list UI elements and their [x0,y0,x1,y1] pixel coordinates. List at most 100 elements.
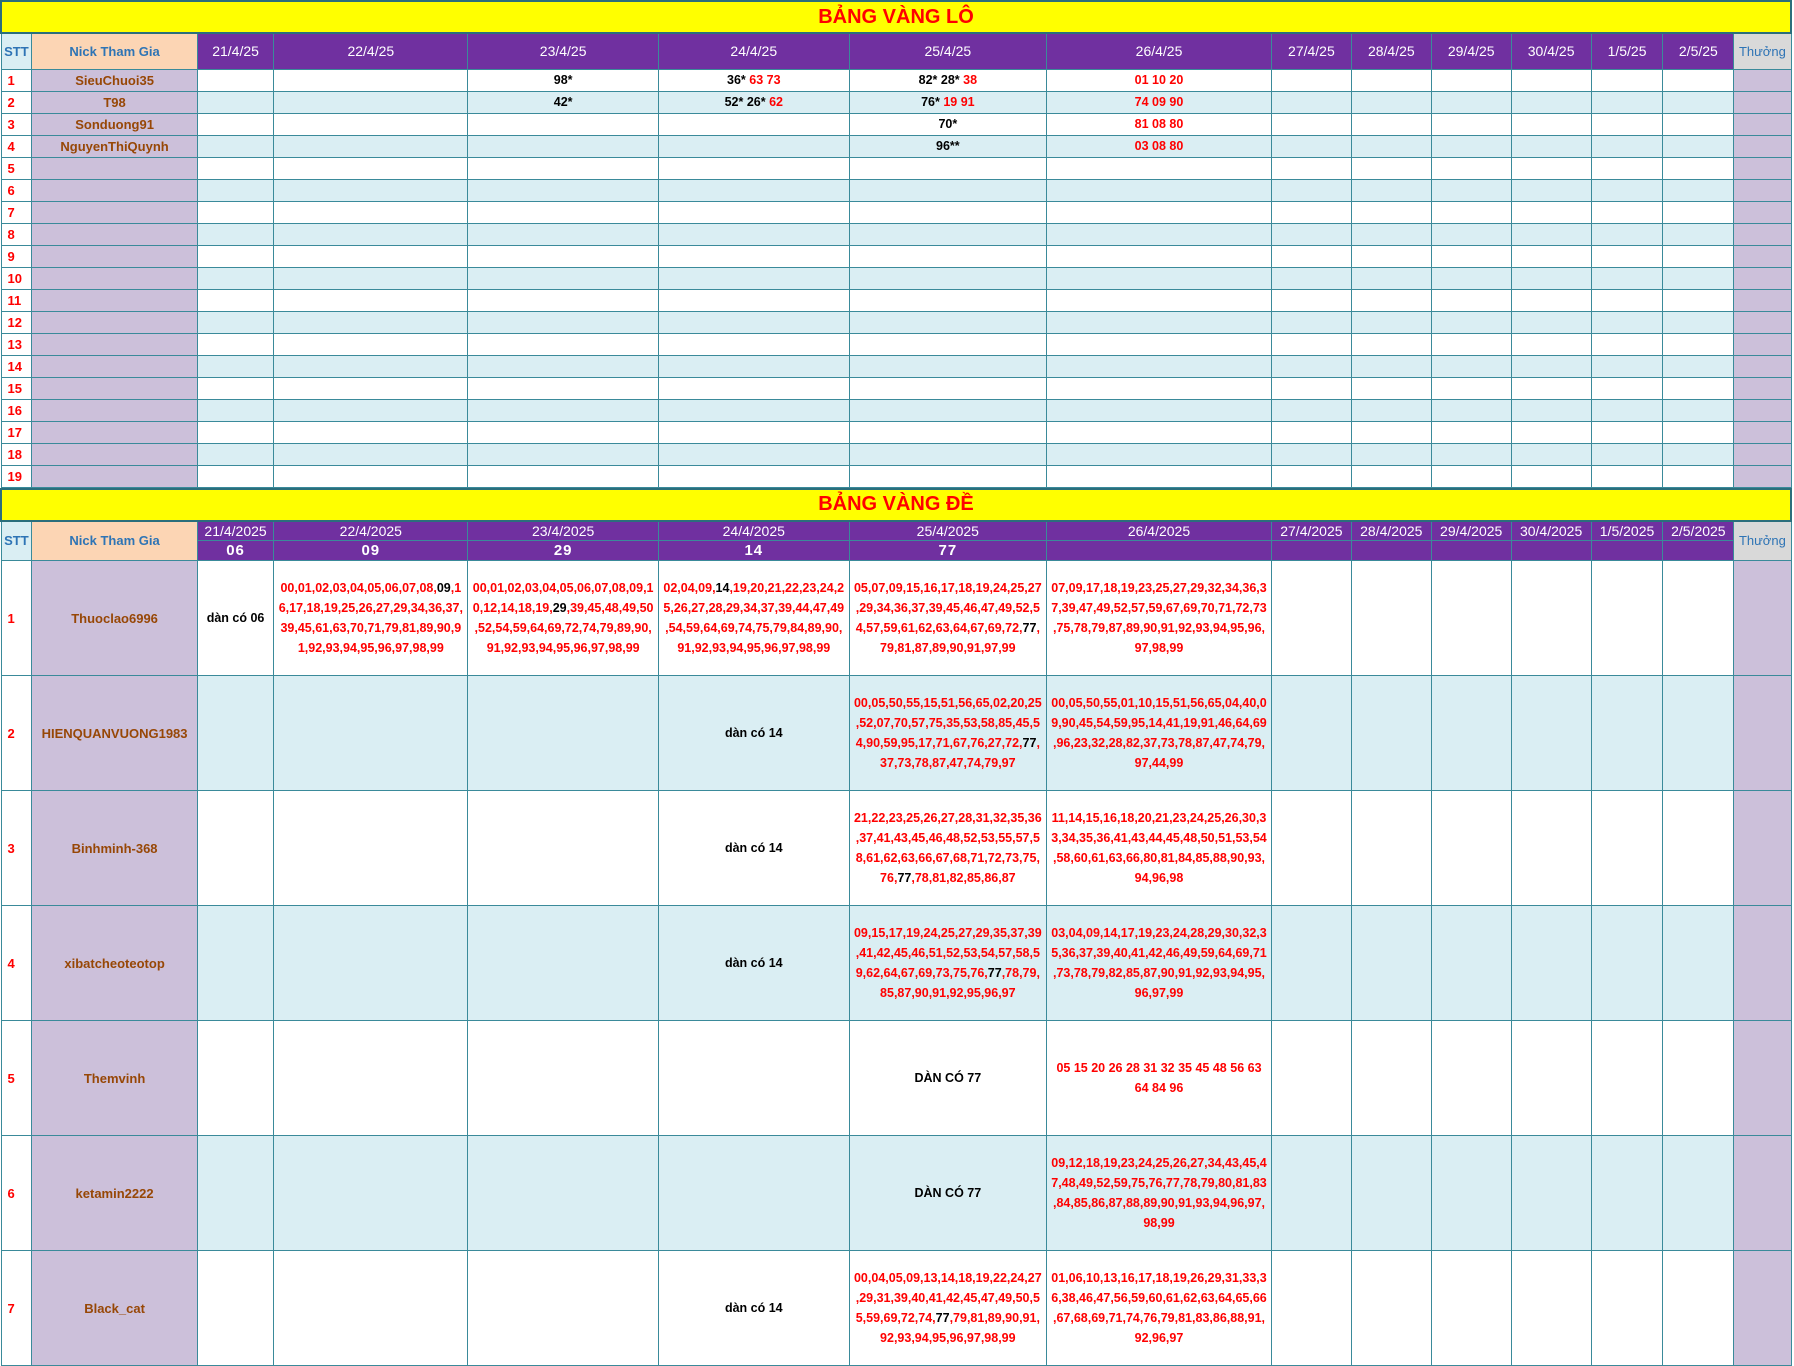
entry-cell[interactable] [1591,1251,1663,1366]
prize-cell[interactable] [1734,135,1791,157]
entry-cell[interactable] [1271,1021,1351,1136]
entry-cell[interactable] [1663,443,1734,465]
entry-cell[interactable] [468,245,659,267]
entry-cell[interactable] [1511,377,1591,399]
entry-cell[interactable] [1431,311,1511,333]
prize-cell[interactable] [1734,91,1791,113]
entry-cell[interactable] [197,135,273,157]
entry-cell[interactable] [1431,113,1511,135]
entry-cell[interactable] [468,267,659,289]
prize-cell[interactable] [1734,113,1791,135]
entry-cell[interactable] [1351,791,1431,906]
date-header[interactable]: 27/4/2025 [1271,521,1351,541]
entry-cell[interactable] [1431,223,1511,245]
entry-cell[interactable] [1271,906,1351,1021]
entry-cell[interactable] [1351,399,1431,421]
entry-cell[interactable] [1431,421,1511,443]
entry-cell[interactable]: 05 15 20 26 28 31 32 35 45 48 56 63 64 8… [1047,1021,1272,1136]
entry-cell[interactable]: 70* [849,113,1046,135]
entry-cell[interactable] [1431,157,1511,179]
entry-cell[interactable] [1351,421,1431,443]
entry-cell[interactable]: 36* 63 73 [658,69,849,91]
entry-cell[interactable] [468,465,659,487]
entry-cell[interactable] [1663,91,1734,113]
entry-cell[interactable] [1663,333,1734,355]
entry-cell[interactable] [1431,377,1511,399]
entry-cell[interactable] [274,223,468,245]
entry-cell[interactable] [1271,355,1351,377]
entry-cell[interactable] [1511,333,1591,355]
entry-cell[interactable] [1511,69,1591,91]
entry-cell[interactable]: 07,09,17,18,19,23,25,27,29,32,34,36,37,3… [1047,561,1272,676]
entry-cell[interactable] [1047,311,1272,333]
entry-cell[interactable] [1511,1251,1591,1366]
entry-cell[interactable] [1351,289,1431,311]
entry-cell[interactable] [1431,69,1511,91]
entry-cell[interactable] [1511,267,1591,289]
date-header[interactable]: 1/5/2025 [1591,521,1663,541]
entry-cell[interactable] [1663,1136,1734,1251]
entry-cell[interactable] [1663,135,1734,157]
prize-cell[interactable] [1734,311,1791,333]
entry-cell[interactable] [197,355,273,377]
entry-cell[interactable] [1511,91,1591,113]
entry-cell[interactable] [1591,179,1663,201]
entry-cell[interactable]: 03 08 80 [1047,135,1272,157]
entry-cell[interactable] [1047,465,1272,487]
entry-cell[interactable] [1663,223,1734,245]
date-header[interactable]: 23/4/2025 [468,521,659,541]
entry-cell[interactable] [658,443,849,465]
entry-cell[interactable] [468,906,659,1021]
entry-cell[interactable] [1591,561,1663,676]
player-nick[interactable] [32,223,198,245]
entry-cell[interactable] [468,791,659,906]
entry-cell[interactable] [1351,906,1431,1021]
entry-cell[interactable] [1591,333,1663,355]
entry-cell[interactable] [1511,399,1591,421]
entry-cell[interactable] [1271,135,1351,157]
entry-cell[interactable] [849,465,1046,487]
entry-cell[interactable] [1431,245,1511,267]
entry-cell[interactable] [1431,561,1511,676]
entry-cell[interactable] [1431,676,1511,791]
entry-cell[interactable] [274,135,468,157]
entry-cell[interactable] [274,443,468,465]
prize-cell[interactable] [1734,421,1791,443]
entry-cell[interactable] [468,1136,659,1251]
entry-cell[interactable] [1431,791,1511,906]
entry-cell[interactable]: 81 08 80 [1047,113,1272,135]
entry-cell[interactable]: dàn có 14 [658,676,849,791]
entry-cell[interactable] [1511,245,1591,267]
entry-cell[interactable] [658,179,849,201]
entry-cell[interactable] [274,1251,468,1366]
entry-cell[interactable]: 98* [468,69,659,91]
entry-cell[interactable] [1511,443,1591,465]
date-header[interactable]: 22/4/25 [274,33,468,69]
entry-cell[interactable] [197,421,273,443]
entry-cell[interactable] [1431,289,1511,311]
entry-cell[interactable] [1591,676,1663,791]
entry-cell[interactable] [1511,201,1591,223]
entry-cell[interactable]: 01,06,10,13,16,17,18,19,26,29,31,33,36,3… [1047,1251,1272,1366]
entry-cell[interactable] [1511,791,1591,906]
entry-cell[interactable]: 00,01,02,03,04,05,06,07,08,09,10,12,14,1… [468,561,659,676]
entry-cell[interactable] [1047,223,1272,245]
entry-cell[interactable] [468,289,659,311]
entry-cell[interactable] [1511,421,1591,443]
entry-cell[interactable] [1591,399,1663,421]
entry-cell[interactable] [1663,561,1734,676]
entry-cell[interactable] [1351,157,1431,179]
entry-cell[interactable]: 96** [849,135,1046,157]
entry-cell[interactable] [1271,1251,1351,1366]
player-nick[interactable] [32,355,198,377]
entry-cell[interactable] [1431,267,1511,289]
entry-cell[interactable]: dàn có 14 [658,791,849,906]
entry-cell[interactable] [1431,1136,1511,1251]
entry-cell[interactable] [849,201,1046,223]
entry-cell[interactable] [1351,179,1431,201]
entry-cell[interactable] [1511,289,1591,311]
player-nick[interactable]: Themvinh [32,1021,198,1136]
entry-cell[interactable] [849,443,1046,465]
entry-cell[interactable] [274,791,468,906]
entry-cell[interactable] [1047,289,1272,311]
